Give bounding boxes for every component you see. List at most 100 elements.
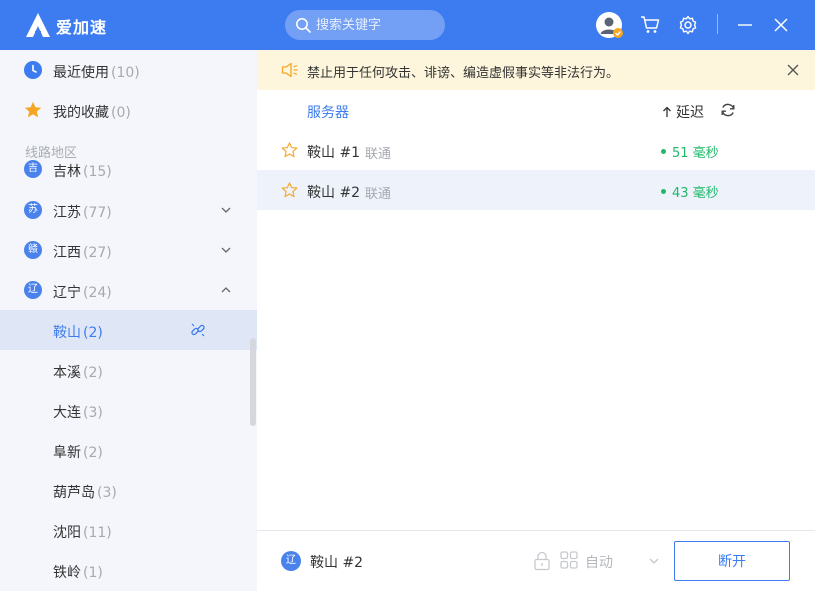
current-region-badge: 辽 bbox=[281, 551, 301, 571]
sidebar-item-label: 江西 bbox=[53, 245, 81, 261]
ping-status-dot bbox=[661, 189, 666, 194]
refresh-icon[interactable] bbox=[720, 102, 736, 118]
grid-mode-icon bbox=[560, 551, 578, 569]
sidebar-item-label: 葫芦岛 bbox=[53, 485, 95, 501]
sidebar-scrollbar[interactable] bbox=[250, 338, 256, 426]
sidebar-item-favorites[interactable]: 我的收藏 (0) bbox=[0, 90, 257, 130]
sidebar-item-label: 鞍山 bbox=[53, 325, 81, 341]
server-ping: 43 毫秒 bbox=[661, 182, 719, 201]
user-avatar[interactable] bbox=[595, 11, 623, 39]
sidebar-item-label: 最近使用 bbox=[53, 65, 109, 81]
sidebar-item-label: 阜新 bbox=[53, 445, 81, 461]
sidebar-item-dalian[interactable]: 大连 (3) bbox=[0, 390, 257, 430]
column-header-latency[interactable]: 延迟 bbox=[662, 102, 704, 122]
sidebar-item-count: (11) bbox=[83, 525, 112, 541]
cart-icon bbox=[641, 16, 660, 33]
server-name: 鞍山 #1 bbox=[307, 145, 361, 161]
server-row[interactable]: 鞍山 #1 联通 51 毫秒 bbox=[257, 130, 815, 170]
chevron-down-icon[interactable] bbox=[648, 555, 660, 567]
notice-text: 禁止用于任何攻击、诽谤、编造虚假事实等非法行为。 bbox=[307, 66, 620, 81]
star-outline-icon[interactable] bbox=[281, 182, 298, 198]
ping-value: 43 毫秒 bbox=[672, 186, 719, 201]
sidebar-item-shenyang[interactable]: 沈阳 (11) bbox=[0, 510, 257, 550]
sidebar-item-count: (1) bbox=[83, 565, 103, 581]
minimize-icon bbox=[738, 24, 752, 26]
province-badge: 苏 bbox=[24, 201, 42, 219]
server-isp: 联通 bbox=[365, 147, 392, 162]
sidebar-item-count: (0) bbox=[111, 105, 131, 121]
server-name: 鞍山 #2 bbox=[307, 185, 361, 201]
sidebar-item-label: 铁岭 bbox=[53, 565, 81, 581]
sidebar-item-liaoning[interactable]: 辽 辽宁 (24) bbox=[0, 270, 257, 310]
sidebar-item-count: (2) bbox=[83, 445, 103, 461]
server-ping: 51 毫秒 bbox=[661, 142, 719, 161]
cart-button[interactable] bbox=[637, 12, 663, 38]
chevron-down-icon[interactable] bbox=[220, 244, 232, 256]
server-isp: 联通 bbox=[365, 187, 392, 202]
close-icon bbox=[774, 18, 788, 32]
title-bar: 爱加速 bbox=[0, 0, 815, 50]
sidebar-item-count: (27) bbox=[83, 245, 112, 261]
column-header-latency-label: 延迟 bbox=[676, 105, 704, 121]
ping-value: 51 毫秒 bbox=[672, 146, 719, 161]
minimize-button[interactable] bbox=[732, 12, 758, 38]
sidebar-item-tieling[interactable]: 铁岭 (1) bbox=[0, 550, 257, 590]
search-box[interactable] bbox=[285, 10, 445, 40]
chevron-up-icon[interactable] bbox=[220, 284, 232, 296]
star-filled-icon bbox=[24, 101, 42, 118]
titlebar-separator bbox=[717, 14, 718, 34]
clock-icon bbox=[24, 61, 42, 79]
sidebar-item-count: (24) bbox=[83, 285, 112, 301]
star-outline-icon[interactable] bbox=[281, 142, 298, 158]
sidebar-item-anshan[interactable]: 鞍山 (2) bbox=[0, 310, 257, 350]
sidebar-item-count: (15) bbox=[83, 164, 112, 180]
close-icon[interactable] bbox=[787, 64, 799, 76]
main-panel: 禁止用于任何攻击、诽谤、编造虚假事实等非法行为。 服务器 延迟 鞍山 #1 联通… bbox=[257, 50, 815, 591]
province-badge: 赣 bbox=[24, 241, 42, 259]
mode-select[interactable]: 自动 bbox=[585, 552, 613, 572]
current-server-name: 鞍山 #2 bbox=[310, 555, 364, 571]
search-input[interactable] bbox=[316, 10, 438, 40]
chevron-down-icon[interactable] bbox=[220, 204, 232, 216]
avatar-icon bbox=[596, 12, 623, 38]
settings-button[interactable] bbox=[675, 12, 701, 38]
link-icon[interactable] bbox=[190, 322, 206, 338]
sidebar-item-count: (2) bbox=[83, 325, 103, 341]
sidebar-item-jiangxi[interactable]: 赣 江西 (27) bbox=[0, 230, 257, 270]
disconnect-button[interactable]: 断开 bbox=[674, 541, 790, 581]
sidebar-item-fuxin[interactable]: 阜新 (2) bbox=[0, 430, 257, 470]
sidebar-item-label: 吉林 bbox=[53, 164, 81, 180]
search-icon bbox=[296, 18, 311, 33]
province-badge: 辽 bbox=[24, 281, 42, 299]
close-window-button[interactable] bbox=[768, 12, 794, 38]
scroll-mask bbox=[0, 180, 257, 190]
ping-status-dot bbox=[661, 149, 666, 154]
sidebar-item-label: 本溪 bbox=[53, 365, 81, 381]
app-title: 爱加速 bbox=[56, 18, 108, 37]
lock-icon[interactable] bbox=[533, 551, 551, 571]
sidebar-item-recent[interactable]: 最近使用 (10) bbox=[0, 50, 257, 90]
speaker-icon bbox=[281, 62, 298, 78]
sort-up-icon bbox=[663, 106, 671, 117]
notice-banner: 禁止用于任何攻击、诽谤、编造虚假事实等非法行为。 bbox=[257, 50, 815, 90]
sidebar-item-count: (77) bbox=[83, 205, 112, 221]
sidebar: 最近使用 (10) 我的收藏 (0) 线路地区 吉 吉林 (15) 苏 江苏 (77) … bbox=[0, 50, 257, 591]
column-header-server[interactable]: 服务器 bbox=[307, 102, 349, 122]
sidebar-item-label: 大连 bbox=[53, 405, 81, 421]
sidebar-item-label: 辽宁 bbox=[53, 285, 81, 301]
sidebar-item-jiangsu[interactable]: 苏 江苏 (77) bbox=[0, 190, 257, 230]
sidebar-item-count: (3) bbox=[83, 405, 103, 421]
sidebar-item-label: 江苏 bbox=[53, 205, 81, 221]
sidebar-item-benxi[interactable]: 本溪 (2) bbox=[0, 350, 257, 390]
sidebar-item-label: 沈阳 bbox=[53, 525, 81, 541]
server-row[interactable]: 鞍山 #2 联通 43 毫秒 bbox=[257, 170, 815, 210]
sidebar-item-count: (10) bbox=[111, 65, 140, 81]
status-footer: 辽 鞍山 #2 自动 断开 bbox=[257, 530, 815, 591]
sidebar-item-count: (3) bbox=[97, 485, 117, 501]
sidebar-item-count: (2) bbox=[83, 365, 103, 381]
sidebar-item-huludao[interactable]: 葫芦岛 (3) bbox=[0, 470, 257, 510]
province-badge: 吉 bbox=[24, 160, 42, 178]
gear-icon bbox=[679, 15, 697, 35]
sidebar-item-label: 我的收藏 bbox=[53, 105, 109, 121]
app-logo-icon bbox=[26, 13, 50, 37]
